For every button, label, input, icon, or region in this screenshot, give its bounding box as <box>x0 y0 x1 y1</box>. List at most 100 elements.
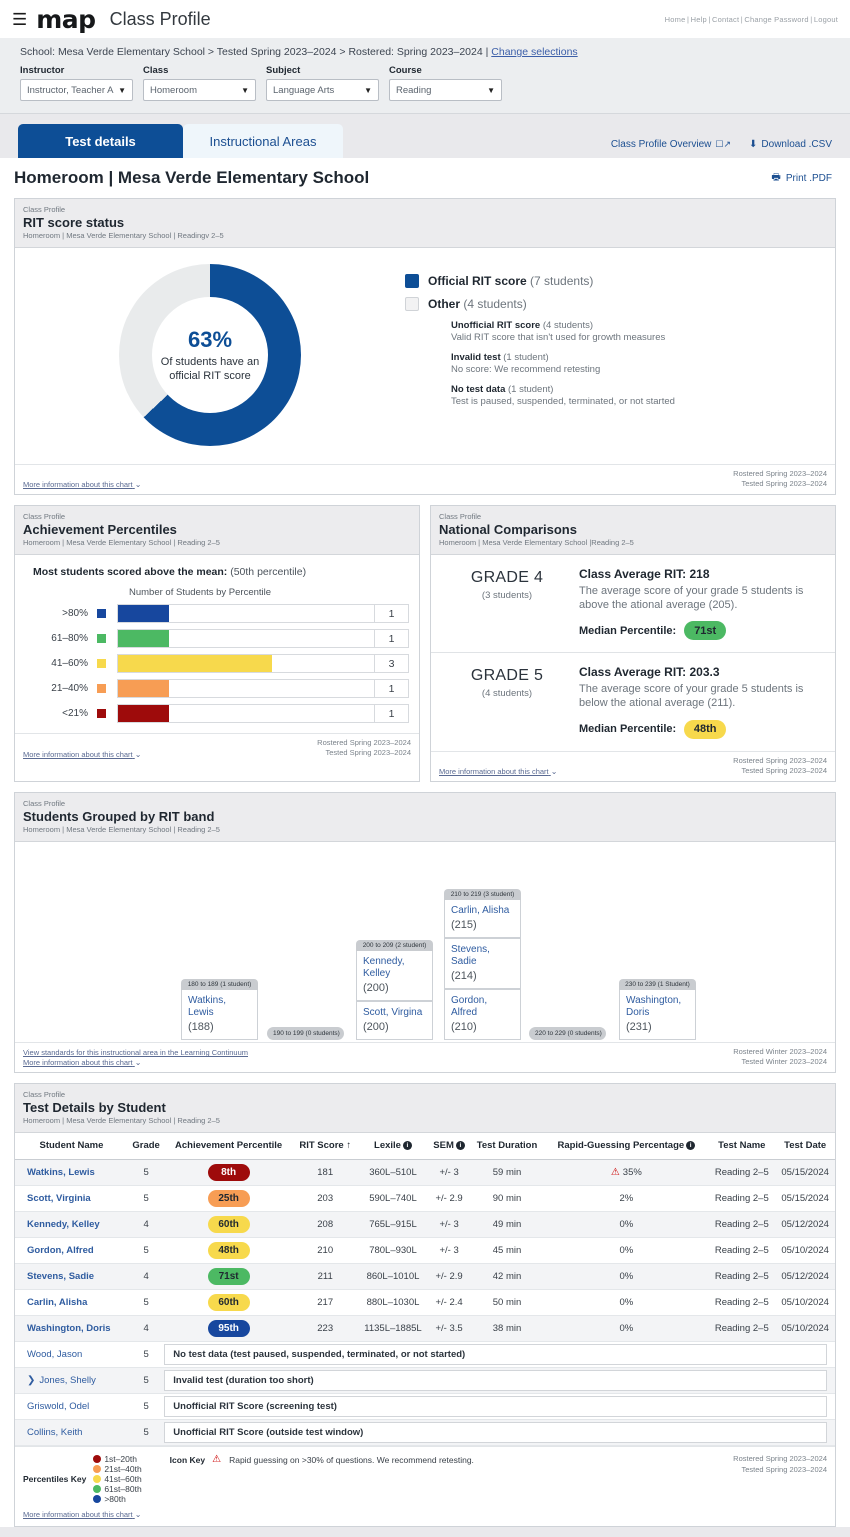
external-link-icon: ☐↗ <box>715 139 732 149</box>
rit-band-student-name: Stevens, Sadie <box>451 943 490 967</box>
nav-logout[interactable]: Logout <box>814 15 838 24</box>
map-logo: map <box>36 4 96 34</box>
cell-student-name[interactable]: Griswold, Odel <box>15 1393 128 1421</box>
donut-column: 63% Of students have an official RIT sco… <box>15 264 405 446</box>
nav-help[interactable]: Help <box>691 15 707 24</box>
print-pdf-button[interactable]: 🖶 Print .PDF <box>771 170 832 187</box>
instructor-select[interactable]: Instructor, Teacher A ▼ <box>20 79 133 101</box>
more-info-link[interactable]: More information about this chart ⌄ <box>23 1510 141 1519</box>
cell-rit-score: 223 <box>292 1315 358 1343</box>
course-select[interactable]: Reading ▼ <box>389 79 502 101</box>
more-info-link[interactable]: More information about this chart ⌄ <box>23 750 141 759</box>
table-column-header: SEM i <box>428 1133 470 1161</box>
table-row-message: Griswold, Odel 5 Unofficial RIT Score (scr… <box>15 1393 835 1421</box>
achievement-bar-label: <21% <box>62 708 88 720</box>
card-eyebrow: Class Profile <box>439 512 482 522</box>
learning-continuum-link[interactable]: View standards for this instructional ar… <box>23 1048 248 1057</box>
printer-icon: 🖶 <box>771 171 781 183</box>
download-csv-button[interactable]: ⬇ Download .CSV <box>749 139 832 150</box>
download-icon: ⬇ <box>749 139 758 150</box>
download-label: Download .CSV <box>761 139 832 150</box>
filter-instructor-label: Instructor <box>20 65 65 76</box>
rit-band-tag: 210 to 219 (3 student) <box>444 888 521 900</box>
rit-band-student-card[interactable]: Washington, Doris (231) <box>619 989 696 1040</box>
cell-test-name: Reading 2–5 <box>708 1211 776 1239</box>
cell-student-name[interactable]: Collins, Keith <box>15 1419 128 1447</box>
national-description: The average score of your grade 5 studen… <box>579 585 804 612</box>
cell-test-date: 05/10/2024 <box>775 1289 835 1317</box>
cell-lexile: 765L–915L <box>357 1211 429 1239</box>
cell-student-name[interactable]: Wood, Jason <box>15 1341 128 1369</box>
cell-achievement-percentile: 95th <box>164 1315 293 1343</box>
national-comparison-block: GRADE 5 (4 students) Class Average RIT: 20… <box>431 652 835 750</box>
cell-rapid-guessing: 0% <box>544 1289 709 1317</box>
cell-test-name: Reading 2–5 <box>708 1237 776 1265</box>
test-details-table: Student Name Grade Achievement Percentile R… <box>15 1133 835 1447</box>
cell-student-name[interactable]: Scott, Virginia <box>15 1185 128 1213</box>
table-row: Carlin, Alisha 5 60th 217 880L–1030L +/- 2.4 5… <box>15 1289 835 1317</box>
class-profile-overview-link[interactable]: Class Profile Overview ☐↗ <box>611 139 731 150</box>
more-info-label: More information about this chart <box>23 749 133 759</box>
achievement-bar-row: 61–80% 1 <box>25 627 409 650</box>
cell-test-date: 05/10/2024 <box>775 1315 835 1343</box>
percentile-key-dot <box>93 1475 102 1484</box>
rit-band-student-card[interactable]: Carlin, Alisha (215) <box>444 899 521 938</box>
more-info-link[interactable]: More information about this chart ⌄ <box>23 480 141 489</box>
rit-band-student-card[interactable]: Stevens, Sadie (214) <box>444 937 521 989</box>
cell-student-name[interactable]: Stevens, Sadie <box>15 1263 128 1291</box>
rit-band-student-name: Scott, Virgina <box>363 1006 423 1018</box>
rit-band-student-card[interactable]: Kennedy, Kelley (200) <box>356 950 433 1001</box>
table-column-header: Test Duration <box>469 1133 545 1161</box>
cell-student-name[interactable]: Watkins, Lewis <box>15 1159 128 1187</box>
filter-subject: Subject Language Arts ▼ <box>266 65 379 101</box>
table-column-header: Achievement Percentile <box>164 1133 293 1161</box>
overview-link-label: Class Profile Overview <box>610 139 712 150</box>
cell-grade: 5 <box>127 1393 165 1421</box>
tab-test-details[interactable]: Test details <box>18 124 183 158</box>
more-info-link[interactable]: More information about this chart ⌄ <box>23 1058 248 1067</box>
rit-band-student-score: (215) <box>451 918 477 931</box>
rit-band-tag: 200 to 209 (2 student) <box>356 939 433 951</box>
rit-band-student-card[interactable]: Gordon, Alfred (210) <box>444 988 521 1040</box>
rit-band-student-score: (210) <box>451 1020 477 1033</box>
cell-student-name[interactable]: Washington, Doris <box>15 1315 128 1343</box>
rit-band-student-card[interactable]: Watkins, Lewis (188) <box>181 989 258 1040</box>
national-class-average: Class Average RIT: 203.3 <box>579 665 720 680</box>
rit-band-student-score: (200) <box>363 981 389 994</box>
info-icon[interactable]: i <box>402 1141 412 1151</box>
info-icon[interactable]: i <box>686 1141 696 1151</box>
rit-donut-chart: 63% Of students have an official RIT sco… <box>119 264 301 446</box>
class-select[interactable]: Homeroom ▼ <box>143 79 256 101</box>
cell-student-name[interactable]: Kennedy, Kelley <box>15 1211 128 1239</box>
table-column-header: Test Date <box>775 1133 835 1161</box>
info-icon[interactable]: i <box>455 1141 465 1151</box>
cell-grade: 5 <box>127 1237 165 1265</box>
nav-home[interactable]: Home <box>665 15 686 24</box>
nav-contact[interactable]: Contact <box>712 15 739 24</box>
card-eyebrow: Class Profile <box>23 512 66 522</box>
tab-instructional-areas[interactable]: Instructional Areas <box>183 124 343 158</box>
percentile-key-item: 1st–20th <box>93 1454 141 1464</box>
legend-detail-desc: No score: We recommend retesting <box>451 364 601 375</box>
change-selections-link[interactable]: Change selections <box>491 46 577 58</box>
icon-key: Icon Key ⚠ Rapid guessing on >30% of que… <box>170 1454 474 1465</box>
nav-change-password[interactable]: Change Password <box>744 15 808 24</box>
cell-grade: 4 <box>127 1263 165 1291</box>
legend-other: Other (4 students) <box>405 297 835 311</box>
rit-band-student-card[interactable]: Scott, Virgina (200) <box>356 1000 433 1040</box>
legend-official-label: Official RIT score <box>428 274 527 288</box>
cell-student-name[interactable]: Carlin, Alisha <box>15 1289 128 1317</box>
filter-row: Instructor Instructor, Teacher A ▼ Class… <box>20 65 830 101</box>
rit-band-group: 230 to 239 (1 Student) Washington, Doris (… <box>619 978 696 1040</box>
subject-select[interactable]: Language Arts ▼ <box>266 79 379 101</box>
menu-icon[interactable]: ☰ <box>12 11 27 28</box>
cell-student-name[interactable]: Gordon, Alfred <box>15 1237 128 1265</box>
national-grade: GRADE 4 <box>470 569 544 587</box>
table-column-header[interactable]: RIT Score ↑ <box>292 1133 358 1161</box>
more-info-link[interactable]: More information about this chart ⌄ <box>439 767 557 776</box>
cell-rit-score: 211 <box>292 1263 358 1291</box>
legend-detail-desc: Test is paused, suspended, terminated, o… <box>451 396 675 407</box>
cell-rapid-guessing: ⚠ 35% <box>544 1159 709 1187</box>
national-grade: GRADE 5 <box>470 667 544 685</box>
stamp-tested: Tested Spring 2023–2024 <box>741 1464 828 1474</box>
